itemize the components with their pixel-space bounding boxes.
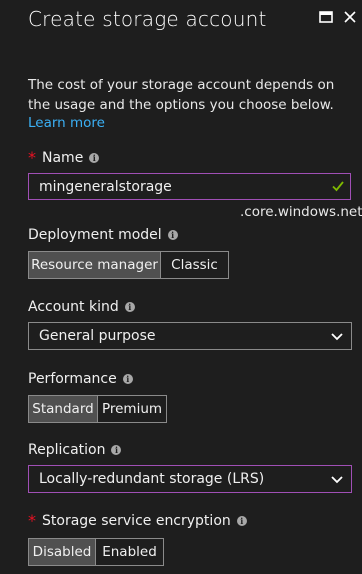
info-icon[interactable]: i [124,302,135,312]
info-icon[interactable]: i [89,153,100,163]
account-kind-dropdown[interactable]: General purpose [28,322,352,350]
replication-label: Replication [28,442,106,458]
performance-standard-option[interactable]: Standard [28,395,98,423]
performance-toggle: Standard Premium [28,395,167,423]
blade-header: Create storage account [0,0,362,40]
deployment-resource-manager-option[interactable]: Resource manager [28,251,161,279]
maximize-button[interactable] [315,6,337,28]
encryption-disabled-option[interactable]: Disabled [28,538,96,566]
performance-label-row: Performance i [28,371,133,387]
name-input[interactable]: mingeneralstorage [28,173,351,200]
info-icon[interactable]: i [236,516,247,526]
encryption-label: Storage service encryption [42,513,231,529]
name-input-value: mingeneralstorage [39,178,172,195]
check-icon [332,181,344,192]
replication-value: Locally-redundant storage (LRS) [39,471,265,487]
chevron-down-icon [331,333,343,341]
replication-dropdown[interactable]: Locally-redundant storage (LRS) [28,465,352,493]
replication-label-row: Replication i [28,442,122,458]
domain-suffix: .core.windows.net [240,204,362,220]
account-kind-value: General purpose [39,328,156,344]
account-kind-label-row: Account kind i [28,299,135,315]
required-marker: * [28,511,36,530]
performance-label: Performance [28,371,117,387]
info-icon[interactable]: i [122,374,133,384]
account-kind-label: Account kind [28,299,119,315]
encryption-toggle: Disabled Enabled [28,538,164,566]
close-button[interactable] [339,6,361,28]
name-label-row: * Name i [28,148,100,167]
close-icon [344,11,356,23]
encryption-enabled-option[interactable]: Enabled [96,538,164,566]
encryption-label-row: * Storage service encryption i [28,513,247,529]
maximize-icon [319,11,333,23]
performance-premium-option[interactable]: Premium [98,395,167,423]
deployment-model-label: Deployment model [28,227,162,243]
learn-more-link[interactable]: Learn more [28,115,105,131]
required-marker: * [28,148,36,167]
name-label: Name [42,150,84,166]
deployment-model-toggle: Resource manager Classic [28,251,229,279]
deployment-model-label-row: Deployment model i [28,227,178,243]
info-icon[interactable]: i [167,230,178,240]
info-icon[interactable]: i [111,445,122,455]
cost-description: The cost of your storage account depends… [28,77,335,113]
chevron-down-icon [331,476,343,484]
deployment-classic-option[interactable]: Classic [161,251,229,279]
blade-title: Create storage account [28,7,267,31]
